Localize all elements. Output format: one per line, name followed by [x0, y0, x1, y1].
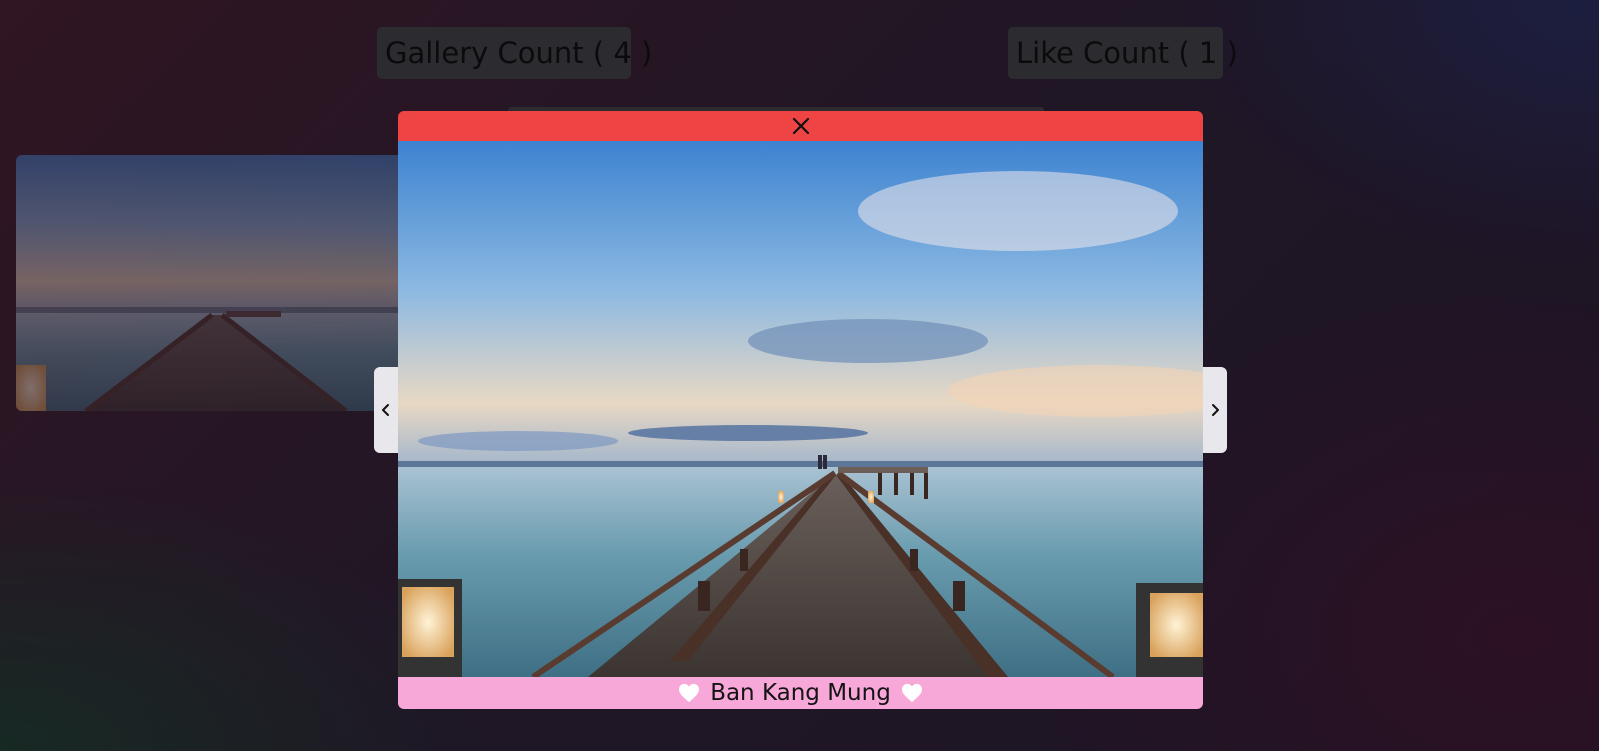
- previous-image-button[interactable]: [374, 367, 398, 453]
- gallery-thumbnail-image: [16, 155, 408, 411]
- close-icon: [792, 117, 809, 135]
- heart-icon[interactable]: [901, 683, 923, 703]
- chevron-right-icon: [1212, 404, 1219, 416]
- lightbox-footer: Ban Kang Mung: [398, 677, 1203, 709]
- chevron-left-icon: [382, 404, 389, 416]
- lightbox-header: [398, 111, 1203, 141]
- gallery-thumbnail[interactable]: [16, 155, 408, 411]
- lightbox-photo: [398, 141, 1203, 677]
- heart-icon[interactable]: [678, 683, 700, 703]
- close-button[interactable]: [789, 114, 813, 138]
- like-count-badge: Like Count ( 1 ): [1008, 27, 1238, 79]
- photo-caption: Ban Kang Mung: [710, 680, 891, 706]
- lightbox-modal: Ban Kang Mung: [398, 111, 1203, 709]
- next-image-button[interactable]: [1203, 367, 1227, 453]
- gallery-count-badge: Gallery Count ( 4 ): [377, 27, 652, 79]
